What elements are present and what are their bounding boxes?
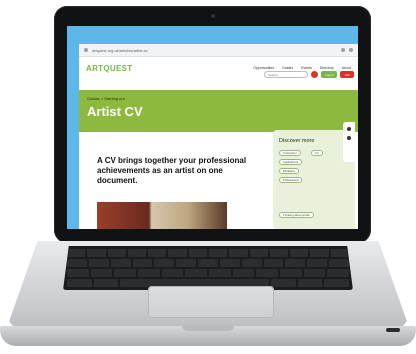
article-lede: A CV brings together your professional a…: [97, 156, 247, 185]
tag-chip[interactable]: Professional: [279, 177, 303, 183]
laptop-screen: artquest.org.uk/articles/artist-cv ARTQU…: [67, 26, 358, 229]
star-icon[interactable]: [341, 48, 345, 52]
url-text[interactable]: artquest.org.uk/articles/artist-cv: [92, 48, 337, 53]
discover-title: Discover more: [279, 138, 315, 144]
breadcrumb[interactable]: Guides > Starting out: [87, 96, 125, 101]
tag-chip[interactable]: Exhibition: [279, 168, 300, 174]
bookmark-icon[interactable]: [347, 136, 351, 140]
share-icon[interactable]: [347, 127, 351, 131]
nav-item[interactable]: Guides: [282, 66, 293, 70]
lock-icon: [84, 48, 88, 52]
webcam-icon: [211, 14, 215, 18]
nav-item[interactable]: Events: [301, 66, 312, 70]
hero-banner: Guides > Starting out Artist CV: [79, 90, 358, 132]
join-button[interactable]: Join: [340, 71, 354, 78]
keyboard: [63, 246, 353, 290]
nav-item[interactable]: Directory: [320, 66, 334, 70]
tag-chip[interactable]: Curriculum: [279, 150, 301, 156]
main-nav: Opportunities Guides Events Directory Ab…: [253, 66, 351, 70]
nav-item[interactable]: Opportunities: [253, 66, 274, 70]
related-link[interactable]: Thinking about profile: [279, 212, 314, 218]
tag-chip[interactable]: CV: [311, 150, 323, 156]
laptop-lid: artquest.org.uk/articles/artist-cv ARTQU…: [54, 6, 371, 243]
trackpad[interactable]: [148, 286, 274, 318]
nav-item[interactable]: About: [342, 66, 351, 70]
login-button[interactable]: Log in: [321, 71, 338, 78]
page-title: Artist CV: [87, 104, 143, 119]
browser-address-bar[interactable]: artquest.org.uk/articles/artist-cv: [79, 44, 358, 57]
article-image: [97, 202, 227, 229]
browser-window: artquest.org.uk/articles/artist-cv ARTQU…: [79, 44, 358, 229]
site-logo[interactable]: ARTQUEST: [86, 64, 132, 73]
tag-chip[interactable]: Applications: [279, 159, 303, 165]
side-toolbar: [343, 122, 355, 162]
search-icon[interactable]: [311, 71, 319, 78]
power-indicator-icon: [386, 328, 400, 332]
header-actions: Search Log in Join: [264, 71, 354, 78]
search-input[interactable]: Search: [264, 71, 309, 78]
menu-icon[interactable]: [349, 48, 353, 52]
lid-notch: [182, 326, 234, 331]
